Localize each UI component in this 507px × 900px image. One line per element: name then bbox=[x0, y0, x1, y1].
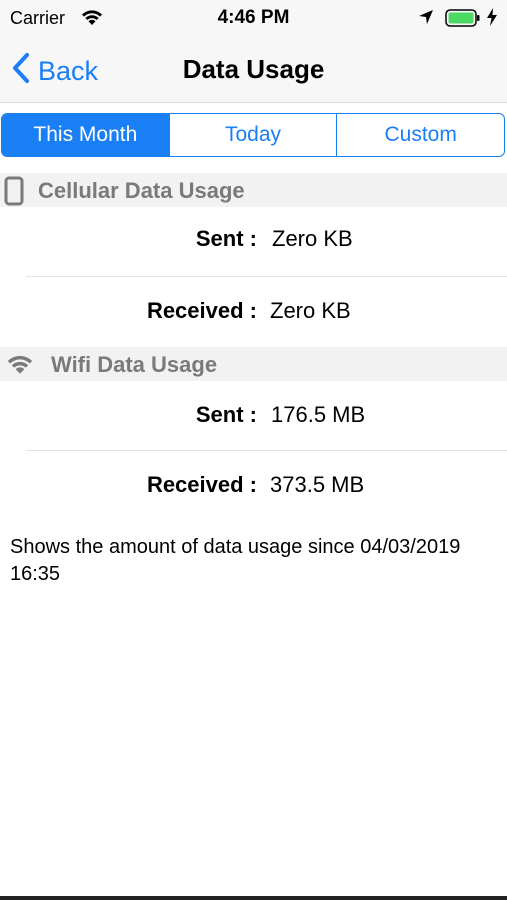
phone-icon bbox=[4, 176, 24, 211]
segment-today[interactable]: Today bbox=[168, 114, 337, 156]
cellular-section-title: Cellular Data Usage bbox=[38, 178, 245, 203]
sent-value: Zero KB bbox=[272, 226, 353, 251]
cellular-section-header: Cellular Data Usage bbox=[0, 173, 507, 207]
received-label: Received : bbox=[146, 298, 257, 323]
received-label: Received : bbox=[146, 472, 257, 497]
battery-icon bbox=[445, 9, 481, 32]
wifi-section-header: Wifi Data Usage bbox=[0, 347, 507, 381]
received-value: Zero KB bbox=[270, 298, 351, 323]
sent-label: Sent : bbox=[195, 226, 257, 251]
charging-bolt-icon bbox=[486, 8, 498, 31]
row-divider bbox=[26, 450, 507, 451]
sent-label: Sent : bbox=[195, 402, 257, 427]
location-arrow-icon bbox=[418, 9, 434, 30]
segment-this-month[interactable]: This Month bbox=[2, 114, 169, 156]
navigation-bar: Back Data Usage bbox=[0, 36, 507, 103]
segment-custom[interactable]: Custom bbox=[336, 114, 504, 156]
row-divider bbox=[26, 276, 507, 277]
received-value: 373.5 MB bbox=[270, 472, 365, 497]
wifi-section-title: Wifi Data Usage bbox=[51, 352, 218, 377]
status-bar: Carrier 4:46 PM bbox=[0, 0, 507, 36]
period-segmented-control: This Month Today Custom bbox=[1, 113, 505, 157]
usage-since-note: Shows the amount of data usage since 04/… bbox=[10, 536, 461, 585]
wifi-icon bbox=[5, 353, 35, 380]
sent-value: 176.5 MB bbox=[271, 402, 366, 427]
page-title: Data Usage bbox=[182, 54, 325, 84]
bottom-edge bbox=[0, 896, 507, 900]
